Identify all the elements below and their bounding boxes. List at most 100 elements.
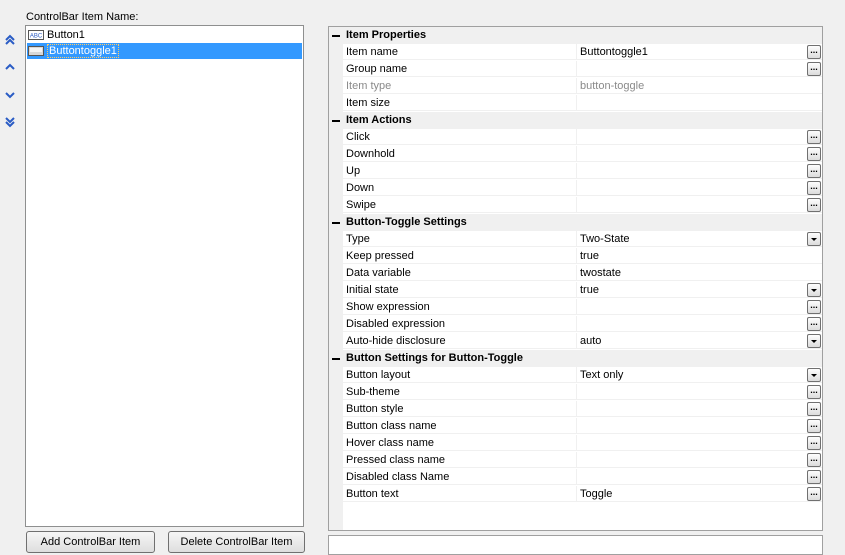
dropdown-arrow-icon[interactable] [807,334,821,348]
category-item-actions[interactable]: Item Actions [329,112,822,129]
property-name: Sub-theme [343,384,577,400]
property-value[interactable] [577,469,822,485]
ellipsis-button[interactable]: ... [807,419,821,433]
property-value[interactable] [577,418,822,434]
property-row[interactable]: Up... [329,163,822,180]
property-value: button-toggle [577,78,822,94]
ellipsis-button[interactable]: ... [807,130,821,144]
property-value[interactable] [577,435,822,451]
category-button-settings-for-button-toggle[interactable]: Button Settings for Button-Toggle [329,350,822,367]
ellipsis-button[interactable]: ... [807,487,821,501]
property-row[interactable]: Keep pressed true [329,248,822,265]
move-to-bottom-button[interactable] [3,115,17,129]
list-item[interactable]: ABC Button1 [27,27,85,43]
ellipsis-button[interactable]: ... [807,62,821,76]
property-value[interactable]: true [577,282,822,298]
property-name: Group name [343,61,577,77]
ellipsis-button[interactable]: ... [807,300,821,314]
property-name: Up [343,163,577,179]
collapse-minus-icon[interactable] [332,218,340,226]
property-row[interactable]: Button class name... [329,418,822,435]
chevron-up-icon [5,63,15,70]
property-name: Disabled class Name [343,469,577,485]
property-row[interactable]: Disabled class Name... [329,469,822,486]
property-row[interactable]: Initial state true [329,282,822,299]
property-value[interactable]: auto [577,333,822,349]
property-value[interactable]: twostate [577,265,822,281]
ellipsis-button[interactable]: ... [807,147,821,161]
move-to-top-button[interactable] [3,33,17,47]
property-row[interactable]: Show expression... [329,299,822,316]
property-row[interactable]: Pressed class name... [329,452,822,469]
property-value[interactable] [577,299,822,315]
property-row[interactable]: Disabled expression... [329,316,822,333]
add-controlbar-item-button[interactable]: Add ControlBar Item [26,531,155,553]
collapse-minus-icon[interactable] [332,354,340,362]
property-value[interactable] [577,61,822,77]
ellipsis-button[interactable]: ... [807,402,821,416]
ellipsis-button[interactable]: ... [807,198,821,212]
controlbar-item-list[interactable]: ABC Button1 Buttontoggle1 [25,25,304,527]
collapse-minus-icon[interactable] [332,116,340,124]
property-row[interactable]: Type Two-State [329,231,822,248]
delete-controlbar-item-button[interactable]: Delete ControlBar Item [168,531,305,553]
property-value[interactable] [577,129,822,145]
property-row[interactable]: Button style... [329,401,822,418]
dropdown-arrow-icon[interactable] [807,232,821,246]
property-row[interactable]: Data variable twostate [329,265,822,282]
property-value[interactable]: Buttontoggle1 [577,44,822,60]
dropdown-arrow-icon[interactable] [807,368,821,382]
property-name: Item name [343,44,577,60]
category-label: Button Settings for Button-Toggle [346,352,523,364]
category-button-toggle-settings[interactable]: Button-Toggle Settings [329,214,822,231]
property-grid: Item Properties Item name Buttontoggle1...… [328,26,823,531]
property-value[interactable]: true [577,248,822,264]
ellipsis-button[interactable]: ... [807,45,821,59]
category-label: Button-Toggle Settings [346,216,467,228]
property-row[interactable]: Group name... [329,61,822,78]
move-down-button[interactable] [3,88,17,102]
dropdown-arrow-icon[interactable] [807,283,821,297]
property-name: Click [343,129,577,145]
property-row[interactable]: Sub-theme... [329,384,822,401]
property-value[interactable]: Text only [577,367,822,383]
property-row[interactable]: Item size [329,95,822,112]
property-row[interactable]: Auto-hide disclosure auto [329,333,822,350]
ellipsis-button[interactable]: ... [807,436,821,450]
property-value[interactable] [577,316,822,332]
ellipsis-button[interactable]: ... [807,453,821,467]
property-value[interactable]: Two-State [577,231,822,247]
property-value[interactable] [577,163,822,179]
property-row[interactable]: Item type button-toggle [329,78,822,95]
property-row[interactable]: Downhold... [329,146,822,163]
property-value[interactable] [577,95,822,111]
property-name: Item size [343,95,577,111]
move-up-button[interactable] [3,60,17,74]
panel-label: ControlBar Item Name: [26,11,139,23]
property-value[interactable] [577,401,822,417]
list-item-label: Buttontoggle1 [47,44,119,58]
property-value[interactable] [577,180,822,196]
property-value[interactable]: Toggle [577,486,822,502]
ellipsis-button[interactable]: ... [807,317,821,331]
property-name: Downhold [343,146,577,162]
property-row[interactable]: Click... [329,129,822,146]
property-row[interactable]: Hover class name... [329,435,822,452]
property-row[interactable]: Item name Buttontoggle1... [329,44,822,61]
collapse-minus-icon[interactable] [332,31,340,39]
list-item[interactable]: Buttontoggle1 [27,43,302,59]
property-name: Button layout [343,367,577,383]
ellipsis-button[interactable]: ... [807,470,821,484]
ellipsis-button[interactable]: ... [807,385,821,399]
property-row[interactable]: Down... [329,180,822,197]
property-row[interactable]: Button text Toggle... [329,486,822,503]
property-value[interactable] [577,197,822,213]
property-row[interactable]: Button layout Text only [329,367,822,384]
property-value[interactable] [577,384,822,400]
ellipsis-button[interactable]: ... [807,164,821,178]
property-value[interactable] [577,452,822,468]
ellipsis-button[interactable]: ... [807,181,821,195]
property-row[interactable]: Swipe... [329,197,822,214]
property-value[interactable] [577,146,822,162]
category-item-properties[interactable]: Item Properties [329,27,822,44]
